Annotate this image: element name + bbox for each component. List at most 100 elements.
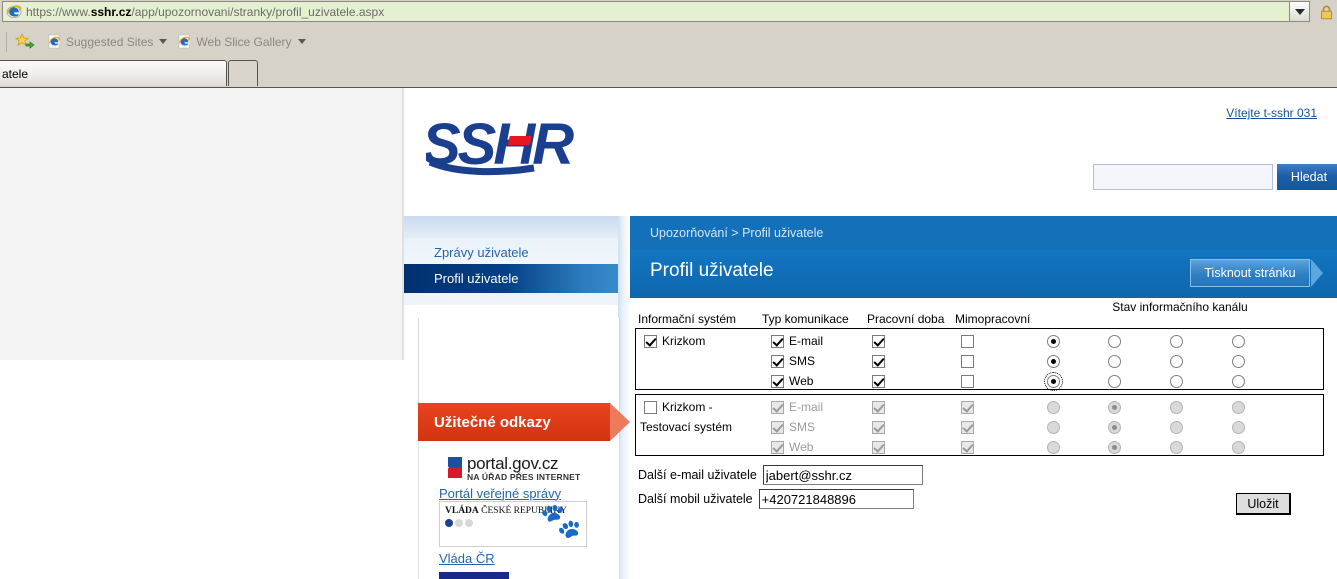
radio-zastaven[interactable] [1232,334,1245,348]
eu-flag-icon[interactable] [439,571,509,579]
address-bar-dropdown-button[interactable] [1289,1,1310,22]
profile-form: Informační systém Typ komunikace Pracovn… [630,298,1337,579]
mimopracovni-doba-cell[interactable] [961,371,974,391]
favorites-suggested-sites[interactable]: Suggested Sites [47,34,168,49]
system-label-line1: Krizkom - [662,400,713,414]
padlock-icon [1320,5,1332,19]
pracovni-doba-cell[interactable] [872,351,885,371]
checkbox-mimopracovni-doba[interactable] [961,354,974,368]
radio-aktivni[interactable] [1044,371,1063,391]
system-label-line2: Testovací systém [640,420,733,434]
checkbox-pracovni-doba[interactable] [872,374,885,388]
radio-potlacen-cell[interactable] [1170,371,1183,391]
pracovni-doba-cell[interactable] [872,371,885,391]
radio-aktivni-cell[interactable] [1044,371,1063,391]
radio-aktivni-cell [1047,397,1060,417]
additional-mobile-input[interactable] [758,489,914,509]
radio-potlacen-cell[interactable] [1170,351,1183,371]
sidebar-item-profil-uzivatele[interactable]: Profil uživatele [404,264,630,293]
search-button[interactable]: Hledat [1277,164,1337,190]
checkbox-pracovni-doba[interactable] [872,354,885,368]
chevron-down-icon[interactable] [159,39,168,44]
radio-zastaven[interactable] [1232,374,1245,388]
radio-potlacen[interactable] [1170,374,1183,388]
radio-zastaven[interactable] [1232,354,1245,368]
link-portal-verejne-spravy[interactable]: Portál veřejné správy [439,486,561,501]
vlada-banner-dots [445,518,473,527]
radio-zakazan[interactable] [1108,374,1121,388]
address-bar[interactable]: https://www.sshr.cz/app/upozornovani/str… [2,1,1289,22]
radio-aktivni[interactable] [1047,354,1060,368]
link-vlada-cr[interactable]: Vláda ČR [439,551,495,566]
th-mimopracovni-doba-line1: Mimopracovní [955,312,1031,326]
sidebar-item-zpravy-uzivatele[interactable]: Zprávy uživatele [404,238,630,267]
radio-zakazan[interactable] [1108,334,1121,348]
system-checkbox-cell[interactable]: Krizkom - [644,397,713,417]
checkbox-system-krizkom[interactable] [644,334,657,348]
ssl-lock-indicator[interactable] [1316,1,1336,23]
save-button[interactable]: Uložit [1236,493,1291,515]
vlada-cr-banner[interactable]: VLÁDA ČESKÉ REPUBLIKY 🐾 [439,500,587,547]
welcome-user-link[interactable]: Vítejte t-sshr 031 [1226,106,1317,120]
portal-gov-cz-logo[interactable]: portal.gov.cz NA ÚŘAD PŘES INTERNET [439,455,619,482]
radio-potlacen-cell[interactable] [1170,331,1183,351]
radio-aktivni[interactable] [1047,334,1060,348]
radio-zastaven [1232,420,1245,434]
radio-zakazan-cell[interactable] [1108,331,1121,351]
radio-zastaven-cell[interactable] [1232,331,1245,351]
radio-zastaven-cell[interactable] [1232,351,1245,371]
sshr-logo[interactable]: SSHR [422,112,616,178]
radio-potlacen[interactable] [1170,334,1183,348]
print-page-button[interactable]: Tisknout stránku [1190,259,1310,287]
new-tab-button[interactable] [228,60,258,86]
checkbox-mimopracovni-doba[interactable] [961,334,974,348]
add-favorites-icon[interactable] [15,32,35,51]
radio-potlacen-cell [1170,397,1183,417]
typ-checkbox-cell: SMS [771,417,815,437]
favorites-web-slice-gallery[interactable]: Web Slice Gallery [177,34,306,49]
typ-label: Web [789,440,814,454]
radio-zastaven-cell[interactable] [1232,371,1245,391]
checkbox-pracovni-doba[interactable] [872,334,885,348]
radio-aktivni [1047,420,1060,434]
checkbox-mimopracovni-doba[interactable] [961,374,974,388]
radio-aktivni-cell [1047,437,1060,457]
useful-links-header: Užitečné odkazy [418,403,630,441]
ie-icon [47,34,62,49]
radio-aktivni-cell[interactable] [1047,331,1060,351]
table-row: SMS [636,351,1323,371]
radio-zakazan[interactable] [1108,354,1121,368]
radio-zakazan-cell[interactable] [1108,371,1121,391]
checkbox-pracovni-doba [872,420,885,434]
mimopracovni-doba-cell[interactable] [961,351,974,371]
additional-email-input[interactable] [762,465,923,485]
browser-tab-active[interactable]: atele [0,60,227,86]
sidebar-gap [404,293,630,305]
content-column: Upozorňování > Profil uživatele Profil u… [630,216,1337,579]
checkbox-system-krizkom-testovaci[interactable] [644,400,657,414]
checkbox-typ-email [771,400,784,414]
useful-links-title: Užitečné odkazy [434,413,551,431]
page-viewport: SSHR SPRÁVA STÁTNÍCH HMOTNÝCH REZERV ČES… [0,88,1337,579]
pracovni-doba-cell[interactable] [872,331,885,351]
favorites-web-slice-gallery-label: Web Slice Gallery [196,34,292,49]
radio-potlacen[interactable] [1170,354,1183,368]
portal-logo-text: portal.gov.cz NA ÚŘAD PŘES INTERNET [467,455,580,482]
radio-zakazan-cell [1108,417,1121,437]
system-checkbox-cell[interactable]: Krizkom [644,331,705,351]
checkbox-typ-email[interactable] [771,334,784,348]
typ-checkbox-cell[interactable]: SMS [771,351,815,371]
chevron-down-icon[interactable] [297,39,306,44]
typ-checkbox-cell[interactable]: E-mail [771,331,823,351]
url-text: https://www.sshr.cz/app/upozornovani/str… [26,4,385,19]
radio-potlacen [1170,420,1183,434]
radio-aktivni-cell[interactable] [1047,351,1060,371]
checkbox-typ-web[interactable] [771,374,784,388]
checkbox-typ-web [771,440,784,454]
checkbox-typ-sms[interactable] [771,354,784,368]
radio-potlacen [1170,400,1183,414]
mimopracovni-doba-cell[interactable] [961,331,974,351]
typ-checkbox-cell[interactable]: Web [771,371,813,391]
radio-zakazan-cell[interactable] [1108,351,1121,371]
search-input[interactable] [1093,164,1273,190]
